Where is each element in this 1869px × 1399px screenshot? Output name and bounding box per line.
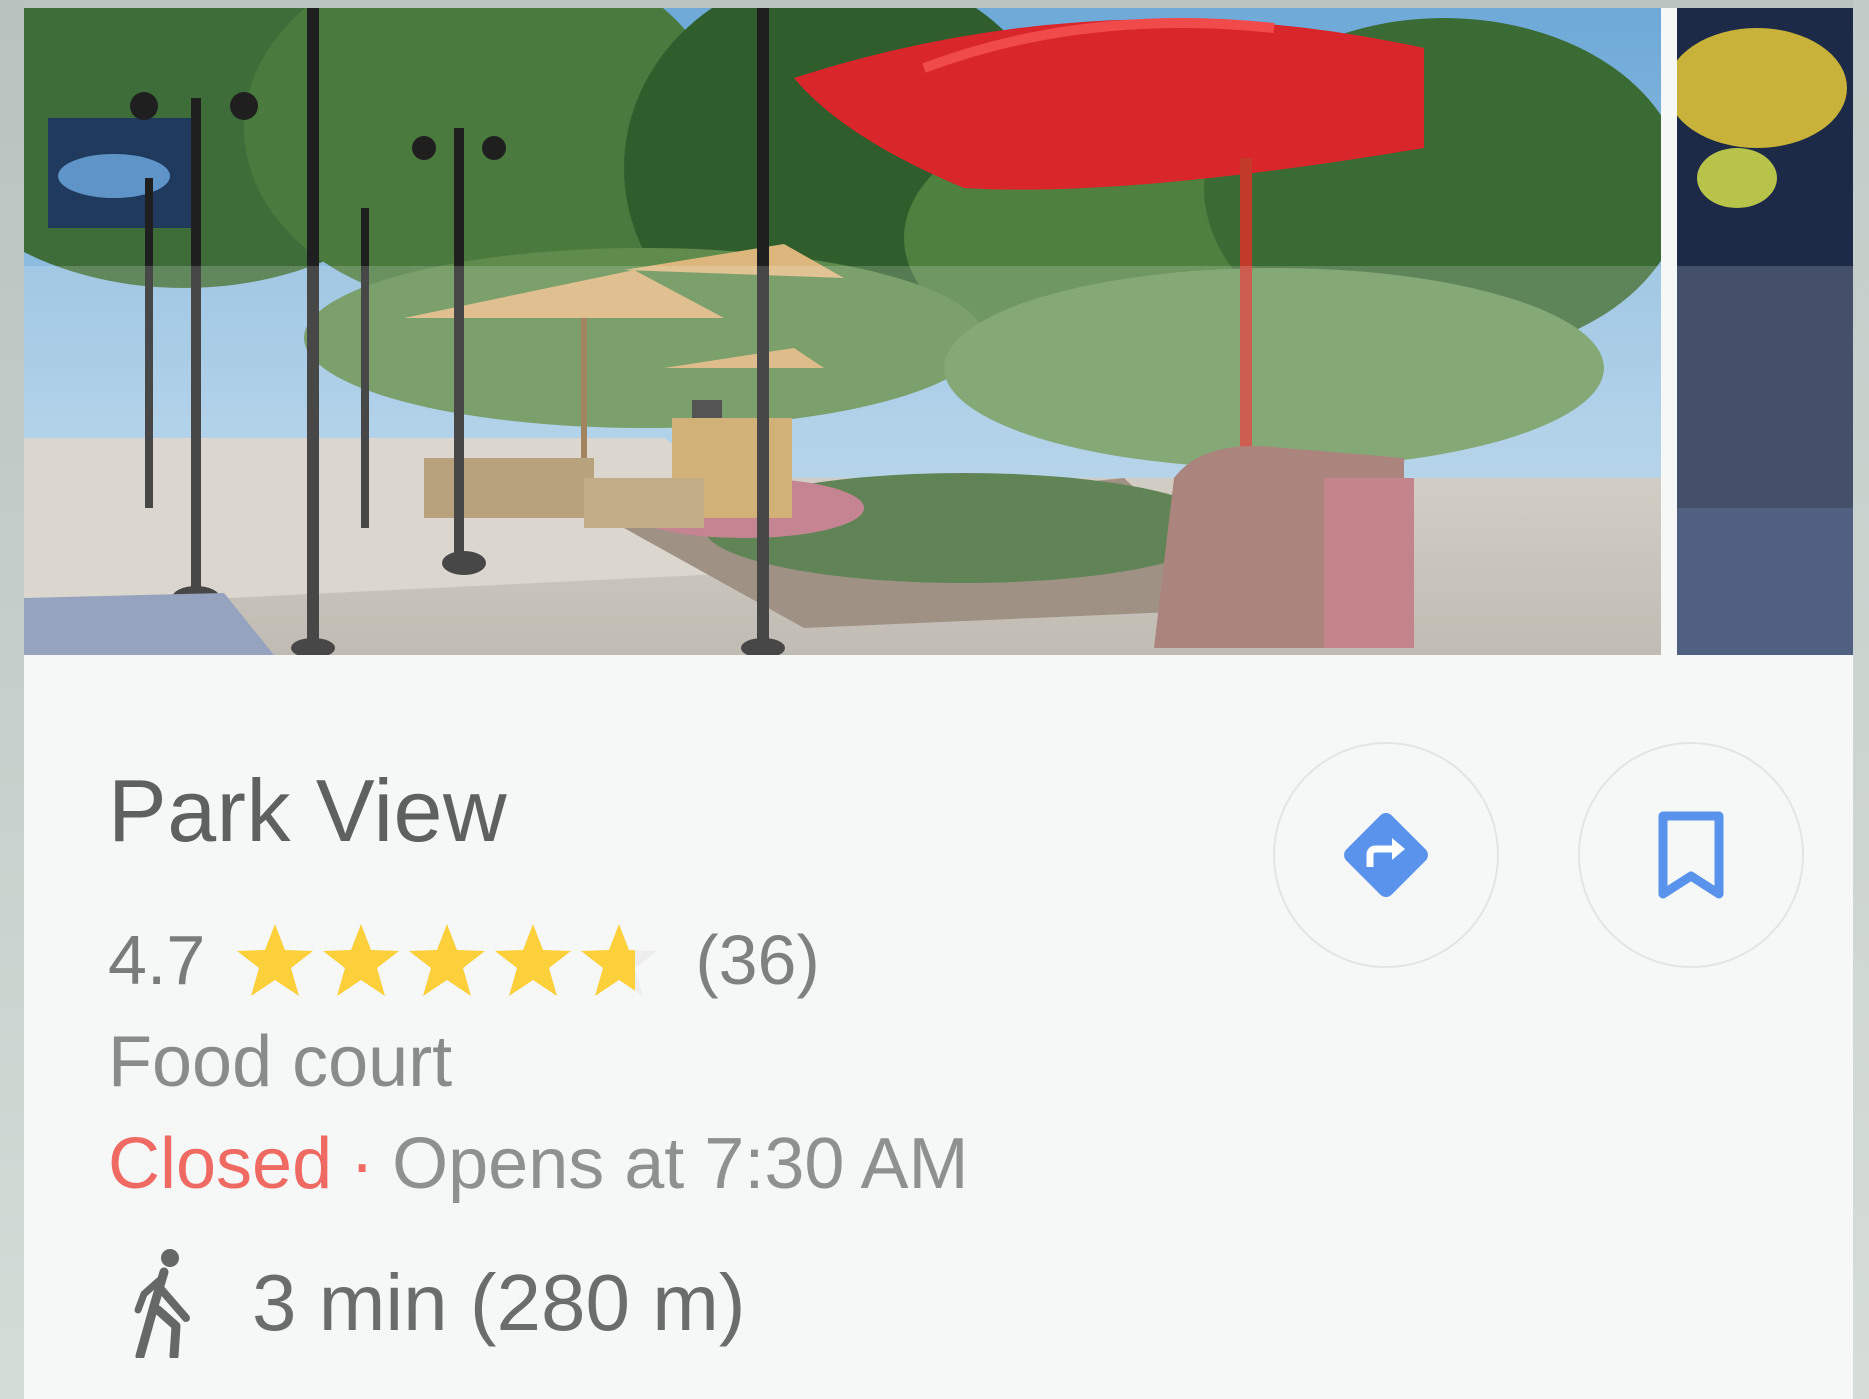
walking-time-distance: 3 min (280 m) [252, 1258, 746, 1347]
place-photo-main[interactable] [24, 8, 1661, 655]
rating-row[interactable]: 4.7 (36) [108, 920, 820, 1000]
status-separator: · [350, 1124, 375, 1204]
review-count[interactable]: (36) [695, 920, 819, 1000]
walking-distance-row: 3 min (280 m) [124, 1248, 745, 1358]
map-background [0, 0, 24, 1399]
place-title: Park View [108, 761, 508, 860]
star-icon [581, 924, 658, 996]
star-icon [323, 924, 400, 996]
photo-fade-overlay-next [1677, 266, 1853, 655]
star-icon [409, 924, 486, 996]
save-button[interactable] [1578, 742, 1804, 968]
map-background-right [1853, 0, 1869, 1399]
rating-stars [235, 920, 659, 1000]
walking-icon [134, 1249, 190, 1358]
place-photo-next[interactable] [1677, 8, 1853, 655]
star-icon [237, 924, 314, 996]
opening-time: Opens at 7:30 AM [392, 1124, 969, 1204]
star-icon [495, 924, 572, 996]
photo-strip[interactable] [24, 8, 1853, 655]
directions-button[interactable] [1273, 742, 1499, 968]
bookmark-icon [1658, 811, 1724, 899]
hours-row: Closed · Opens at 7:30 AM [108, 1123, 968, 1205]
directions-icon [1344, 813, 1428, 897]
place-category: Food court [108, 1022, 453, 1102]
map-screen: Park View 4.7 (36) Food court Closed · Ope… [0, 0, 1869, 1399]
open-status: Closed [108, 1124, 333, 1204]
rating-value: 4.7 [108, 921, 206, 999]
photo-fade-overlay [24, 266, 1661, 655]
place-card[interactable]: Park View 4.7 (36) Food court Closed · Ope… [24, 8, 1853, 1399]
